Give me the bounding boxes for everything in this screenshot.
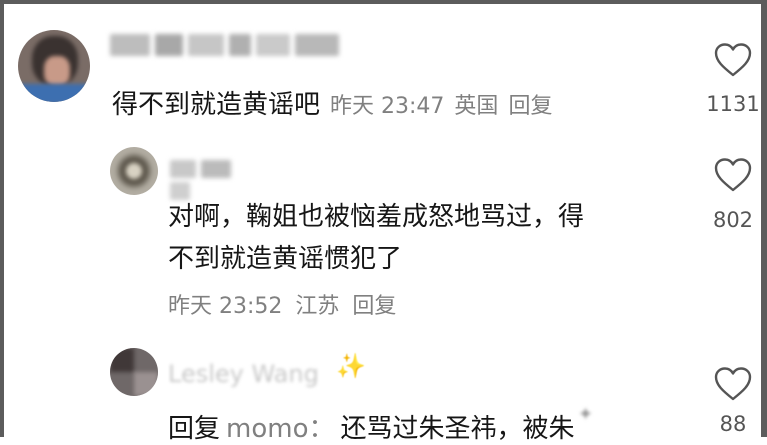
like-count: 802 <box>712 208 754 232</box>
like-count: 1131 <box>706 92 760 116</box>
comment-text-line: 不到就造黄谣惯犯了 <box>168 244 403 274</box>
heart-outline-icon[interactable] <box>713 366 753 402</box>
heart-outline-icon[interactable] <box>713 42 753 78</box>
user-avatar[interactable] <box>18 30 90 102</box>
blurred-username <box>110 34 360 56</box>
sparkle-icon: ✨ <box>336 352 366 380</box>
user-avatar[interactable] <box>110 348 158 396</box>
comment-text-line: 对啊，鞠姐也被恼羞成怒地骂过，得 <box>168 202 585 232</box>
username[interactable]: Lesley Wang <box>168 360 319 388</box>
like-count: 88 <box>719 412 747 436</box>
comment-text: 回复 momo： 还骂过朱圣祎，被朱 <box>168 414 575 444</box>
comment-location: 江苏 <box>295 294 340 319</box>
comment-location: 英国 <box>454 94 499 119</box>
heart-outline-icon[interactable] <box>713 157 753 193</box>
comment-time: 昨天 23:52 <box>168 294 283 319</box>
reply-button[interactable]: 回复 <box>508 94 552 119</box>
reply-prefix: 回复 <box>168 414 221 444</box>
reply-button[interactable]: 回复 <box>352 294 396 319</box>
comment-time: 昨天 23:47 <box>330 94 445 119</box>
blurred-glyph: ✦ <box>578 404 594 425</box>
user-avatar[interactable] <box>110 147 158 195</box>
mention-username[interactable]: momo： <box>226 414 334 444</box>
comment-meta: 昨天 23:52 江苏 回复 <box>168 288 396 320</box>
blurred-username <box>170 160 260 200</box>
comment-text: 得不到就造黄谣吧 昨天 23:47 英国 回复 <box>112 90 553 120</box>
